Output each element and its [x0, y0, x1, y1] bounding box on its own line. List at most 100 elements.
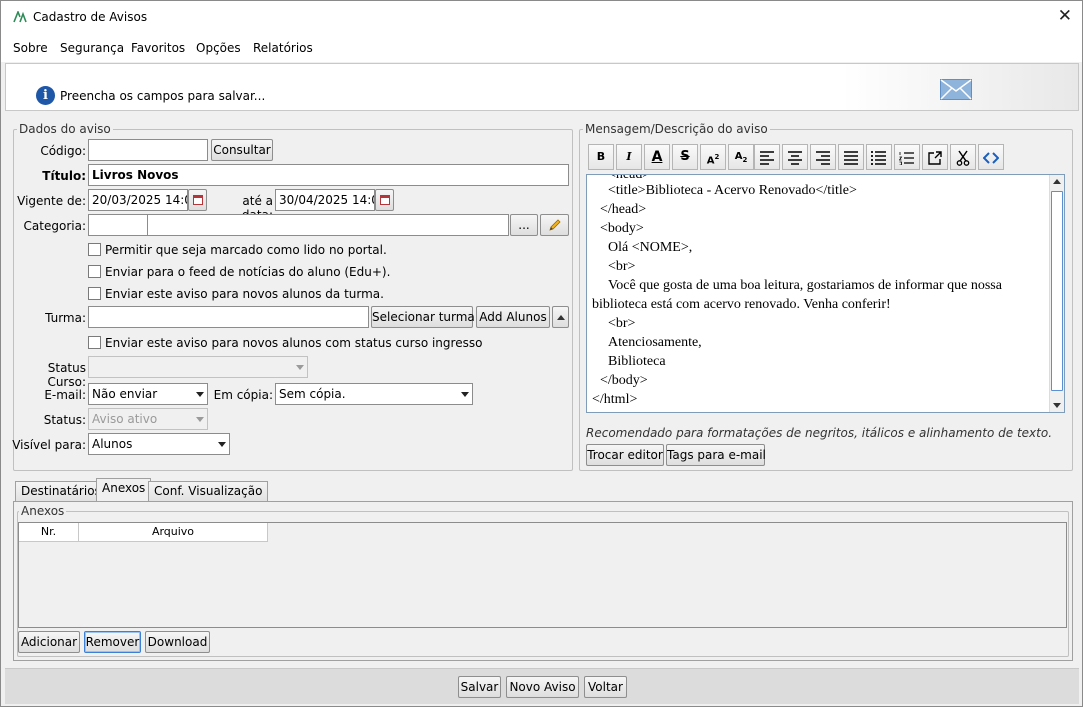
align-center-icon[interactable]: [782, 144, 808, 170]
codigo-input[interactable]: [88, 139, 208, 161]
cut-icon[interactable]: [950, 144, 976, 170]
status-curso-label: Status Curso:: [47, 361, 86, 389]
justify-icon[interactable]: [838, 144, 864, 170]
anexos-table[interactable]: Nr. Arquivo: [18, 522, 1067, 628]
add-alunos-button[interactable]: Add Alunos: [476, 306, 550, 328]
info-text: Preencha os campos para salvar...: [60, 89, 266, 103]
download-button[interactable]: Download: [145, 631, 210, 653]
menu-sobre[interactable]: Sobre: [13, 41, 48, 55]
align-right-glyph: [816, 151, 830, 165]
portal-checkbox[interactable]: [88, 243, 101, 256]
cut-glyph: [956, 150, 970, 166]
copia-select[interactable]: Sem cópia.: [275, 383, 473, 405]
categoria-code-input[interactable]: [88, 214, 148, 236]
editor-hint: Recomendado para formatações de negritos…: [586, 426, 1053, 440]
copia-dropdown-icon: [461, 392, 469, 397]
categoria-name-input[interactable]: [147, 214, 509, 236]
align-left-icon[interactable]: [754, 144, 780, 170]
scroll-down-icon[interactable]: [1053, 403, 1061, 408]
tab-destinatarios[interactable]: Destinatários: [15, 481, 107, 501]
vigente-input[interactable]: 20/03/2025 14:01: [88, 189, 188, 211]
menu-seguranca[interactable]: Segurança: [60, 41, 124, 55]
ate-calendar-icon[interactable]: [375, 189, 394, 211]
turma-input[interactable]: [88, 306, 369, 328]
trocar-editor-button[interactable]: Trocar editor: [586, 444, 664, 466]
status-select[interactable]: Aviso ativo: [88, 408, 208, 430]
bullet-list-icon[interactable]: [866, 144, 892, 170]
message-editor[interactable]: <head> <title>Biblioteca - Acervo Renova…: [586, 174, 1065, 413]
window-title: Cadastro de Avisos: [33, 10, 148, 24]
visivel-dropdown-icon: [218, 442, 226, 447]
external-link-glyph: [928, 151, 942, 165]
email-dropdown-icon: [196, 392, 204, 397]
main-window: Cadastro de Avisos ✕ Sobre Segurança Fav…: [0, 0, 1083, 707]
visivel-select[interactable]: Alunos: [88, 433, 230, 455]
vigente-calendar-icon[interactable]: [188, 189, 207, 211]
novos-alunos-checkbox-label: Enviar este aviso para novos alunos da t…: [105, 287, 384, 301]
status-curso-select[interactable]: [88, 356, 308, 378]
voltar-button[interactable]: Voltar: [584, 676, 627, 698]
editor-line: <br>: [608, 316, 636, 331]
categoria-search-button[interactable]: ...: [510, 214, 538, 236]
tab-conf-visualizacao[interactable]: Conf. Visualização: [148, 481, 269, 501]
external-link-icon[interactable]: [922, 144, 948, 170]
numbered-list-icon[interactable]: [894, 144, 920, 170]
superscript-icon[interactable]: A2: [700, 144, 726, 170]
remover-button[interactable]: Remover: [84, 631, 141, 653]
novo-aviso-button[interactable]: Novo Aviso: [506, 676, 579, 698]
adicionar-button[interactable]: Adicionar: [18, 631, 80, 653]
editor-line: biblioteca está com acervo renovado. Ven…: [592, 297, 891, 312]
code-glyph: [982, 152, 1000, 164]
pencil-icon: [548, 219, 561, 231]
tags-email-button[interactable]: Tags para e-mail: [666, 444, 766, 466]
menu-favoritos[interactable]: Favoritos: [131, 41, 185, 55]
scrollbar-thumb[interactable]: [1051, 191, 1063, 391]
editor-scrollbar[interactable]: [1049, 175, 1064, 412]
codigo-label: Código:: [40, 144, 86, 158]
scroll-up-icon[interactable]: [1053, 179, 1061, 184]
ate-input[interactable]: 30/04/2025 14:01: [275, 189, 375, 211]
categoria-edit-button[interactable]: [540, 214, 569, 236]
close-icon[interactable]: ✕: [1058, 6, 1072, 26]
novos-alunos-checkbox[interactable]: [88, 287, 101, 300]
add-alunos-expand-button[interactable]: [552, 306, 569, 328]
editor-line: Biblioteca: [608, 354, 666, 369]
menu-relatorios[interactable]: Relatórios: [253, 41, 313, 55]
bold-icon[interactable]: B: [588, 144, 614, 170]
titulo-input[interactable]: Livros Novos: [88, 164, 569, 186]
italic-icon[interactable]: I: [616, 144, 642, 170]
editor-line: </body>: [600, 373, 648, 388]
font-color-icon[interactable]: A: [644, 144, 670, 170]
email-select[interactable]: Não enviar: [88, 383, 208, 405]
justify-glyph: [844, 151, 858, 165]
salvar-button[interactable]: Salvar: [458, 676, 501, 698]
column-header-nr[interactable]: Nr.: [19, 523, 79, 542]
align-right-icon[interactable]: [810, 144, 836, 170]
subscript-icon[interactable]: A2: [728, 144, 754, 170]
chevron-up-icon: [557, 315, 565, 320]
editor-line: Olá <NOME>,: [608, 240, 693, 255]
status-curso-dropdown-icon: [296, 365, 304, 370]
column-header-arquivo[interactable]: Arquivo: [79, 523, 268, 542]
align-center-glyph: [788, 151, 802, 165]
tab-anexos[interactable]: Anexos: [96, 478, 152, 502]
editor-line: <br>: [608, 259, 636, 274]
titulo-label: Título:: [42, 169, 86, 183]
consultar-button[interactable]: Consultar: [211, 139, 273, 161]
status-label: Status:: [43, 413, 86, 427]
app-logo-icon: [13, 11, 27, 23]
feed-checkbox-label: Enviar para o feed de notícias do aluno …: [105, 265, 391, 279]
feed-checkbox[interactable]: [88, 265, 101, 278]
ingresso-checkbox[interactable]: [88, 336, 101, 349]
menu-opcoes[interactable]: Opções: [196, 41, 241, 55]
numbered-list-glyph: [898, 152, 914, 166]
editor-line: <title>Biblioteca - Acervo Renovado</tit…: [608, 183, 857, 198]
info-icon: i: [36, 86, 55, 105]
code-icon[interactable]: [978, 144, 1004, 170]
editor-line: <body>: [600, 221, 644, 236]
status-dropdown-icon: [196, 417, 204, 422]
align-left-glyph: [760, 151, 774, 165]
selecionar-turma-button[interactable]: Selecionar turma: [371, 306, 475, 328]
strikethrough-icon[interactable]: S: [672, 144, 698, 170]
mensagem-legend: Mensagem/Descrição do aviso: [583, 122, 770, 136]
